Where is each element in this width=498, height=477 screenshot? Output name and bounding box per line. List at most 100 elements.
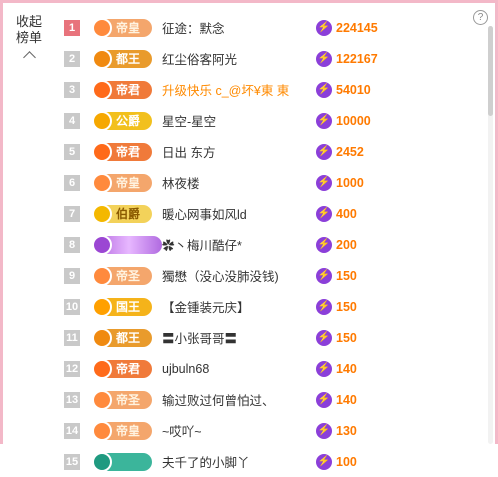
user-name: 征途：默念 [162,22,225,36]
crown-icon [92,17,112,38]
lightning-icon: ⚡ [316,422,332,439]
user-name: ~哎吖~ [162,425,202,439]
vip-badge: 帝君 [92,358,152,379]
score-value: 2452 [336,144,364,159]
crown-icon [92,141,112,162]
score-value: 150 [336,299,357,314]
rank-number: 6 [64,174,80,191]
user-name: ujbuln68 [162,361,210,376]
scrollbar-thumb[interactable] [488,26,493,116]
user-name: 日出 东方 [162,146,216,160]
badge-label: 帝圣 [116,393,141,407]
crown-icon [92,234,112,255]
lightning-icon: ⚡ [316,19,332,36]
rank-number: 12 [64,360,80,377]
lightning-icon: ⚡ [316,360,332,377]
leaderboard-list: 1 帝皇 征途：默念 ⚡ 224145 2 都王 红尘俗客阿光 ⚡ 122167… [58,12,478,477]
rank-number: 4 [64,112,80,129]
lightning-icon: ⚡ [316,236,332,253]
leaderboard-row[interactable]: 6 帝皇 林夜楼 ⚡ 1000 [58,167,478,198]
score-value: 1000 [336,175,364,190]
rank-number: 9 [64,267,80,284]
user-name: 獨懋（没心没肺没钱) [162,270,279,284]
score-value: 150 [336,330,357,345]
lightning-icon: ⚡ [316,391,332,408]
rank-number: 7 [64,205,80,222]
rank-number: 5 [64,143,80,160]
collapse-label-line1: 收起 [15,14,42,29]
score-value: 100 [336,454,357,469]
vip-badge: 都王 [92,48,152,69]
user-name: 暖心网事如风ld [162,208,247,222]
collapse-leaderboard-button[interactable]: 收起 榜单 [10,14,48,64]
leaderboard-row[interactable]: 12 帝君 ujbuln68 ⚡ 140 [58,353,478,384]
top-border [0,0,498,3]
user-name: 林夜楼 [162,177,200,191]
user-name: 〓小张哥哥〓 [162,332,238,346]
lightning-icon: ⚡ [316,112,332,129]
score-value: 140 [336,361,357,376]
leaderboard-row[interactable]: 14 帝皇 ~哎吖~ ⚡ 130 [58,415,478,446]
user-name: 【金锺装元庆】 [162,301,250,315]
rank-number: 8 [64,236,80,253]
badge-label: 国王 [116,300,141,314]
leaderboard-row[interactable]: 9 帝圣 獨懋（没心没肺没钱) ⚡ 150 [58,260,478,291]
lightning-icon: ⚡ [316,50,332,67]
chevron-up-icon [22,51,36,64]
leaderboard-row[interactable]: 13 帝圣 输过败过何曾怕过、 ⚡ 140 [58,384,478,415]
crown-icon [92,451,112,472]
vip-badge: 帝圣 [92,265,152,286]
score-value: 150 [336,268,357,283]
lightning-icon: ⚡ [316,205,332,222]
user-name: 输过败过何曾怕过、 [162,394,275,408]
rank-number: 10 [64,298,80,315]
badge-label: 帝皇 [116,176,141,190]
rank-number: 13 [64,391,80,408]
badge-label: 帝圣 [116,269,141,283]
leaderboard-row[interactable]: 11 都王 〓小张哥哥〓 ⚡ 150 [58,322,478,353]
badge-label: 帝皇 [116,21,141,35]
leaderboard-row[interactable]: 15 夫千了的小脚丫 ⚡ 100 [58,446,478,477]
badge-label: 帝皇 [116,424,141,438]
rank-number: 11 [64,329,80,346]
leaderboard-row[interactable]: 7 伯爵 暖心网事如风ld ⚡ 400 [58,198,478,229]
leaderboard-row[interactable]: 10 国王 【金锺装元庆】 ⚡ 150 [58,291,478,322]
badge-label: 帝君 [116,145,141,159]
leaderboard-row[interactable]: 4 公爵 星空-星空 ⚡ 10000 [58,105,478,136]
badge-label: 伯爵 [116,207,141,221]
lightning-icon: ⚡ [316,453,332,470]
leaderboard-row[interactable]: 2 都王 红尘俗客阿光 ⚡ 122167 [58,43,478,74]
vip-badge: 帝皇 [92,17,152,38]
leaderboard-row[interactable]: 8 ✿丶梅川酷仔* ⚡ 200 [58,229,478,260]
lightning-icon: ⚡ [316,329,332,346]
rank-number: 15 [64,453,80,470]
left-border [0,0,3,444]
badge-label: 都王 [116,331,141,345]
user-name: 夫千了的小脚丫 [162,456,250,470]
user-name: 星空-星空 [162,115,217,129]
vip-badge: 都王 [92,327,152,348]
crown-icon [92,420,112,441]
vip-badge: 帝皇 [92,420,152,441]
crown-icon [92,110,112,131]
crown-icon [92,327,112,348]
crown-icon [92,358,112,379]
crown-icon [92,296,112,317]
collapse-label-line2: 榜单 [15,30,42,45]
crown-icon [92,79,112,100]
crown-icon [92,172,112,193]
score-value: 10000 [336,113,371,128]
leaderboard-row[interactable]: 5 帝君 日出 东方 ⚡ 2452 [58,136,478,167]
crown-icon [92,203,112,224]
score-value: 130 [336,423,357,438]
vip-badge [92,451,152,472]
badge-label: 公爵 [116,114,141,128]
vip-badge: 公爵 [92,110,152,131]
vip-badge [92,234,162,255]
vip-badge: 帝皇 [92,172,152,193]
leaderboard-row[interactable]: 1 帝皇 征途：默念 ⚡ 224145 [58,12,478,43]
score-value: 140 [336,392,357,407]
badge-label: 帝君 [116,362,141,376]
vip-badge: 帝君 [92,79,152,100]
leaderboard-row[interactable]: 3 帝君 升级快乐 c_@坏¥東 東 ⚡ 54010 [58,74,478,105]
